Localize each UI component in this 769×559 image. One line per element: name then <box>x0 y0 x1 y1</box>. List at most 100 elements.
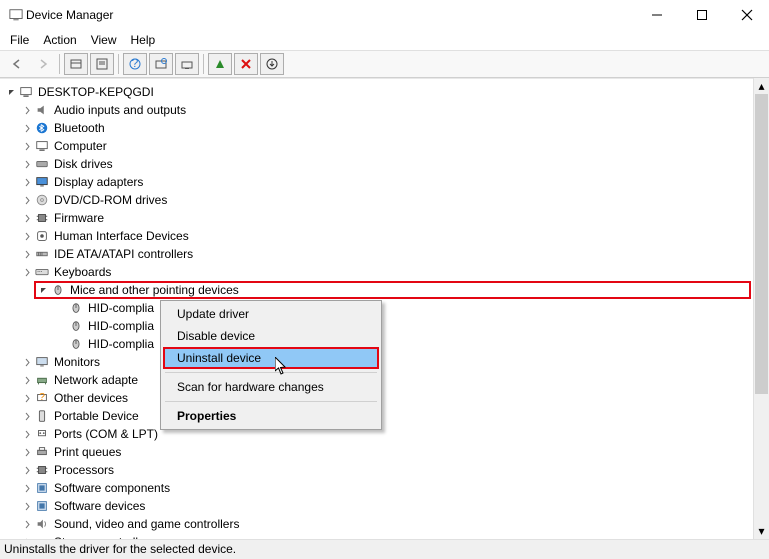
disable-device-button[interactable] <box>234 53 258 75</box>
tree-node-label: Sound, video and game controllers <box>52 517 239 531</box>
tree-node-sound-video-and-game-controllers[interactable]: Sound, video and game controllers <box>2 515 751 533</box>
tree-node-label: DVD/CD-ROM drives <box>52 193 167 207</box>
menu-action[interactable]: Action <box>37 31 82 49</box>
chevron-right-icon[interactable] <box>20 373 34 387</box>
forward-button[interactable] <box>31 53 55 75</box>
device-icon <box>34 192 50 208</box>
properties-button[interactable] <box>90 53 114 75</box>
chevron-right-icon[interactable] <box>20 103 34 117</box>
tree-node-keyboards[interactable]: Keyboards <box>2 263 751 281</box>
chevron-right-icon[interactable] <box>20 229 34 243</box>
chevron-down-icon[interactable] <box>36 283 50 297</box>
tree-node-label: Disk drives <box>52 157 113 171</box>
chevron-right-icon[interactable] <box>20 211 34 225</box>
close-button[interactable] <box>724 0 769 30</box>
device-icon <box>34 246 50 262</box>
tree-node-label: Processors <box>52 463 114 477</box>
enable-device-button[interactable] <box>208 53 232 75</box>
device-icon <box>34 228 50 244</box>
device-icon <box>34 516 50 532</box>
chevron-placeholder <box>54 301 68 315</box>
menu-view[interactable]: View <box>85 31 123 49</box>
menu-help[interactable]: Help <box>125 31 162 49</box>
context-separator <box>165 372 377 373</box>
tree-node-label: Monitors <box>52 355 100 369</box>
chevron-placeholder <box>54 319 68 333</box>
tree-node-software-devices[interactable]: Software devices <box>2 497 751 515</box>
tree-node-processors[interactable]: Processors <box>2 461 751 479</box>
device-icon <box>34 138 50 154</box>
app-icon <box>8 7 24 23</box>
uninstall-device-button[interactable] <box>260 53 284 75</box>
device-icon <box>34 372 50 388</box>
chevron-right-icon[interactable] <box>20 517 34 531</box>
tree-node-label: Human Interface Devices <box>52 229 189 243</box>
chevron-right-icon[interactable] <box>20 121 34 135</box>
tree-node-label: HID-complia <box>86 301 154 315</box>
context-menu: Update driver Disable device Uninstall d… <box>160 300 382 430</box>
tree-node-label: Computer <box>52 139 107 153</box>
tree-node-firmware[interactable]: Firmware <box>2 209 751 227</box>
chevron-right-icon[interactable] <box>20 391 34 405</box>
chevron-down-icon[interactable] <box>4 85 18 99</box>
maximize-button[interactable] <box>679 0 724 30</box>
tree-node-human-interface-devices[interactable]: Human Interface Devices <box>2 227 751 245</box>
tree-node-dvd-cd-rom-drives[interactable]: DVD/CD-ROM drives <box>2 191 751 209</box>
chevron-right-icon[interactable] <box>20 427 34 441</box>
tree-node-computer[interactable]: DESKTOP-KEPQGDI <box>2 83 751 101</box>
chevron-right-icon[interactable] <box>20 481 34 495</box>
chevron-right-icon[interactable] <box>20 445 34 459</box>
device-icon <box>34 156 50 172</box>
device-icon <box>34 498 50 514</box>
help-button[interactable]: ? <box>123 53 147 75</box>
menu-bar: File Action View Help <box>0 30 769 50</box>
tree-node-label: IDE ATA/ATAPI controllers <box>52 247 193 261</box>
tree-node-label: Keyboards <box>52 265 111 279</box>
chevron-right-icon[interactable] <box>20 139 34 153</box>
device-icon: ? <box>34 390 50 406</box>
scroll-down-button[interactable]: ▾ <box>754 523 769 539</box>
tree-node-label: Print queues <box>52 445 121 459</box>
scan-hardware-button[interactable] <box>149 53 173 75</box>
context-uninstall-device[interactable]: Uninstall device <box>163 347 379 369</box>
chevron-right-icon[interactable] <box>20 355 34 369</box>
chevron-right-icon[interactable] <box>20 157 34 171</box>
vertical-scrollbar[interactable]: ▴ ▾ <box>753 78 769 539</box>
tree-node-print-queues[interactable]: Print queues <box>2 443 751 461</box>
chevron-right-icon[interactable] <box>20 409 34 423</box>
device-icon <box>34 354 50 370</box>
chevron-right-icon[interactable] <box>20 265 34 279</box>
toolbar: ? <box>0 50 769 78</box>
context-update-driver[interactable]: Update driver <box>163 303 379 325</box>
tree-node-disk-drives[interactable]: Disk drives <box>2 155 751 173</box>
context-separator <box>165 401 377 402</box>
tree-node-computer[interactable]: Computer <box>2 137 751 155</box>
minimize-button[interactable] <box>634 0 679 30</box>
chevron-right-icon[interactable] <box>20 463 34 477</box>
update-driver-button[interactable] <box>175 53 199 75</box>
show-hidden-button[interactable] <box>64 53 88 75</box>
context-scan-hardware[interactable]: Scan for hardware changes <box>163 376 379 398</box>
tree-node-display-adapters[interactable]: Display adapters <box>2 173 751 191</box>
tree-node-label: Mice and other pointing devices <box>68 283 239 297</box>
chevron-right-icon[interactable] <box>20 499 34 513</box>
chevron-right-icon[interactable] <box>20 175 34 189</box>
chevron-placeholder <box>54 337 68 351</box>
context-disable-device[interactable]: Disable device <box>163 325 379 347</box>
tree-node-label: HID-complia <box>86 319 154 333</box>
scroll-up-button[interactable]: ▴ <box>754 78 769 94</box>
menu-file[interactable]: File <box>4 31 35 49</box>
device-icon <box>34 120 50 136</box>
tree-node-software-components[interactable]: Software components <box>2 479 751 497</box>
back-button[interactable] <box>5 53 29 75</box>
tree-node-label: Display adapters <box>52 175 143 189</box>
chevron-right-icon[interactable] <box>20 193 34 207</box>
tree-node-mice[interactable]: Mice and other pointing devices <box>34 281 751 299</box>
chevron-right-icon[interactable] <box>20 247 34 261</box>
tree-node-bluetooth[interactable]: Bluetooth <box>2 119 751 137</box>
context-properties[interactable]: Properties <box>163 405 379 427</box>
tree-node-ide-ata-atapi-controllers[interactable]: IDE ATA/ATAPI controllers <box>2 245 751 263</box>
scroll-thumb[interactable] <box>755 94 768 394</box>
tree-node-audio-inputs-and-outputs[interactable]: Audio inputs and outputs <box>2 101 751 119</box>
tree-node-label: Audio inputs and outputs <box>52 103 186 117</box>
